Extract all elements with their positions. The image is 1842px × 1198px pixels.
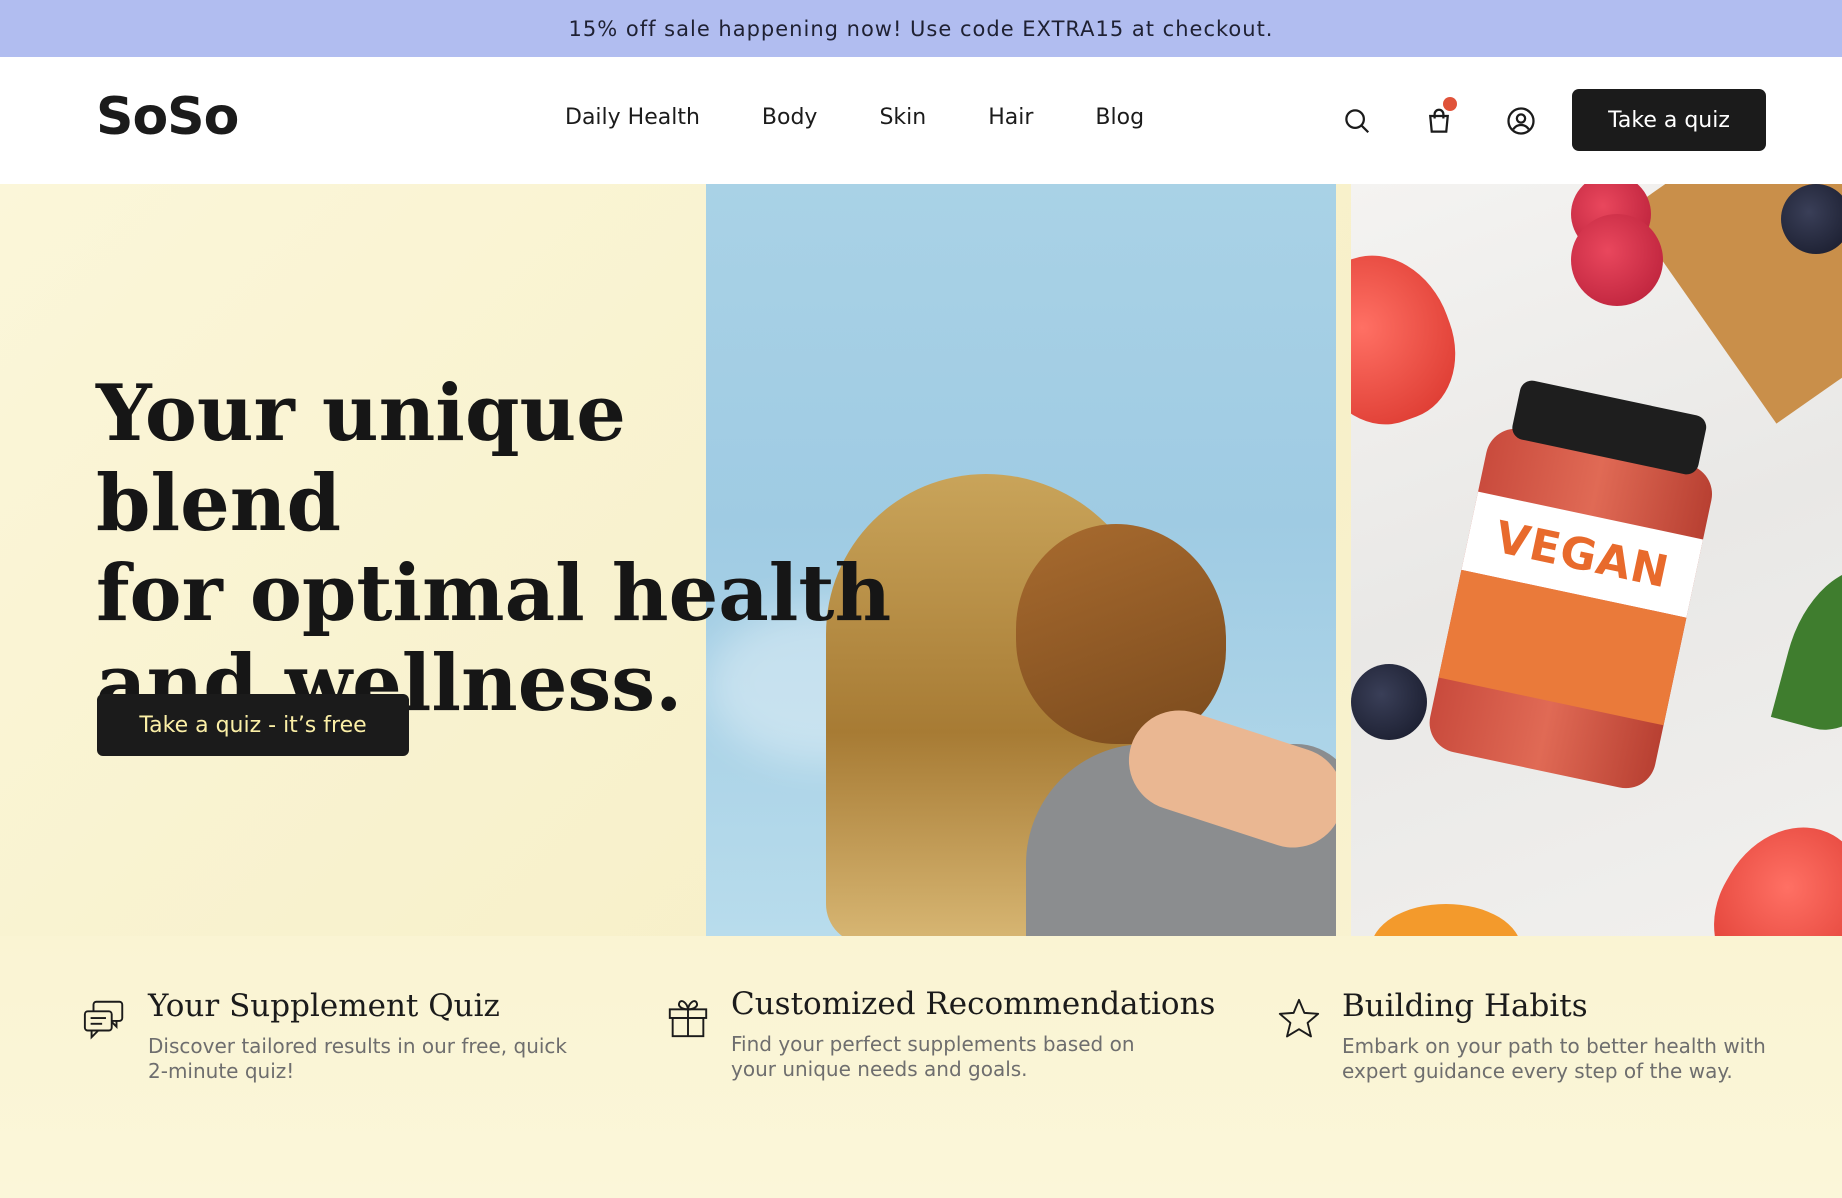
vegan-supplement-photo: VEGAN bbox=[1351, 184, 1842, 936]
nav-hair[interactable]: Hair bbox=[988, 105, 1033, 130]
hero-section: VEGAN Your unique blend for optimal heal… bbox=[0, 184, 1842, 936]
hero-title-line-2: for optimal health bbox=[96, 548, 892, 639]
nav-skin[interactable]: Skin bbox=[879, 105, 926, 130]
chat-bubbles-icon bbox=[82, 996, 128, 1042]
main-nav: Daily Health Body Skin Hair Blog bbox=[565, 105, 1144, 130]
feature-text: Embark on your path to better health wit… bbox=[1342, 1034, 1766, 1083]
promo-banner: 15% off sale happening now! Use code EXT… bbox=[0, 0, 1842, 57]
feature-text: Discover tailored results in our free, q… bbox=[148, 1034, 568, 1083]
feature-text: Find your perfect supplements based on y… bbox=[731, 1032, 1135, 1081]
feature-title: Your Supplement Quiz bbox=[148, 988, 500, 1024]
cart-badge bbox=[1443, 97, 1457, 111]
promo-text: 15% off sale happening now! Use code EXT… bbox=[568, 16, 1274, 41]
nav-daily-health[interactable]: Daily Health bbox=[565, 105, 700, 130]
feature-title: Customized Recommendations bbox=[731, 986, 1216, 1022]
site-logo[interactable]: SoSo bbox=[96, 87, 239, 147]
features-section: Your Supplement Quiz Discover tailored r… bbox=[0, 936, 1842, 1198]
user-circle-icon[interactable] bbox=[1503, 103, 1539, 139]
shopping-bag-icon[interactable] bbox=[1421, 97, 1457, 139]
gift-icon bbox=[665, 994, 711, 1040]
search-icon[interactable] bbox=[1339, 103, 1375, 139]
nav-body[interactable]: Body bbox=[762, 105, 818, 130]
nav-blog[interactable]: Blog bbox=[1095, 105, 1144, 130]
hero-quiz-button[interactable]: Take a quiz - it’s free bbox=[97, 694, 409, 756]
feature-title: Building Habits bbox=[1342, 988, 1588, 1024]
star-icon bbox=[1276, 996, 1322, 1042]
hero-title: Your unique blend for optimal health and… bbox=[96, 369, 896, 729]
hero-title-line-1: Your unique blend bbox=[96, 368, 626, 549]
vegan-bottle: VEGAN bbox=[1424, 374, 1728, 794]
take-quiz-button[interactable]: Take a quiz bbox=[1572, 89, 1766, 151]
site-header: SoSo Daily Health Body Skin Hair Blog Ta… bbox=[0, 57, 1842, 184]
